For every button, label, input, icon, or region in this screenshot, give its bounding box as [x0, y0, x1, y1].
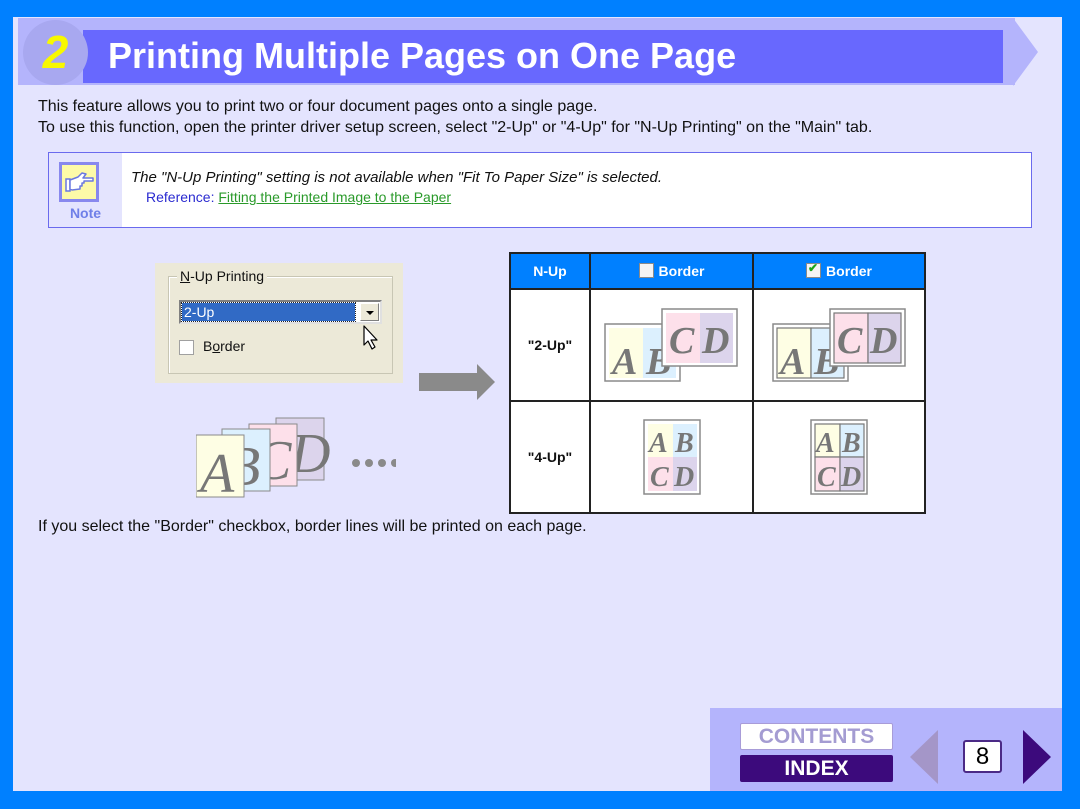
- table-row: "2-Up" A B C D A B C D: [509, 288, 926, 402]
- n-up-printing-label: N-Up Printing: [177, 268, 268, 284]
- unchecked-checkbox-icon: [638, 263, 654, 278]
- n-up-printing-group: [168, 276, 393, 374]
- cell-4-up-no-border: A B C D: [589, 400, 754, 514]
- table-row: "4-Up" A B C D A B C D: [509, 400, 926, 514]
- svg-text:C: C: [817, 462, 836, 493]
- svg-text:D: D: [869, 320, 897, 362]
- svg-text:D: D: [840, 462, 861, 493]
- step-number: 2: [42, 26, 69, 78]
- row-label-2-up: "2-Up": [509, 288, 591, 402]
- hotkey-o: o: [212, 338, 221, 354]
- n-up-select[interactable]: 2-Up: [179, 300, 382, 324]
- border-checkbox[interactable]: [179, 340, 194, 355]
- right-arrow-icon: [419, 364, 495, 400]
- label-post: rder: [220, 338, 246, 354]
- header-n-up: N-Up: [509, 252, 591, 290]
- manual-page: 2 Printing Multiple Pages on One Page Th…: [13, 17, 1062, 791]
- svg-text:A: A: [814, 428, 835, 459]
- contents-button[interactable]: CONTENTS: [740, 723, 893, 750]
- cell-4-up-border: A B C D: [752, 400, 926, 514]
- driver-dialog-snippet: N-Up Printing 2-Up Border: [155, 263, 403, 383]
- row-label-4-up: "4-Up": [509, 400, 591, 514]
- two-up-border-image: A B C D: [771, 307, 906, 383]
- svg-text:D: D: [673, 462, 694, 493]
- header-arrow-tip: [1013, 18, 1038, 86]
- svg-text:A: A: [610, 341, 637, 383]
- note-sidebar: Note: [49, 153, 122, 227]
- footer-navigation: CONTENTS INDEX 8: [710, 708, 1062, 791]
- cell-2-up-border: A B C D: [752, 288, 926, 402]
- mouse-cursor-icon: [363, 325, 378, 350]
- label-pre: B: [203, 338, 213, 354]
- reference-link[interactable]: Fitting the Printed Image to the Paper: [218, 189, 451, 205]
- border-explanation: If you select the "Border" checkbox, bor…: [38, 518, 587, 535]
- pointing-hand-icon: [59, 162, 99, 202]
- four-up-no-border-image: A B C D: [642, 419, 701, 495]
- svg-text:B: B: [841, 428, 861, 459]
- intro-text: This feature allows you to print two or …: [38, 96, 872, 138]
- group-label-rest: -Up Printing: [190, 268, 265, 284]
- header-border-off-label: Border: [658, 263, 705, 279]
- reference-prefix: Reference:: [146, 189, 219, 205]
- four-up-border-image: A B C D: [810, 419, 868, 495]
- note-text: The "N-Up Printing" setting is not avail…: [131, 169, 662, 186]
- page-number: 8: [963, 740, 1002, 773]
- n-up-select-value: 2-Up: [181, 302, 356, 322]
- page-a: A: [196, 434, 245, 502]
- svg-text:D: D: [701, 320, 729, 362]
- header-border-on: Border: [752, 252, 926, 290]
- stacked-pages-illustration: D C B A: [196, 417, 396, 502]
- next-page-arrow-icon[interactable]: [1023, 730, 1051, 784]
- svg-text:B: B: [674, 428, 694, 459]
- page-title: Printing Multiple Pages on One Page: [108, 35, 737, 76]
- index-button[interactable]: INDEX: [740, 755, 893, 782]
- table-header-row: N-Up Border Border: [509, 252, 926, 290]
- note-label: Note: [69, 205, 102, 221]
- checked-checkbox-icon: [806, 261, 822, 278]
- note-reference: Reference: Fitting the Printed Image to …: [146, 189, 451, 205]
- svg-text:C: C: [837, 320, 863, 362]
- previous-page-arrow-icon[interactable]: [910, 730, 938, 784]
- border-checkbox-label: Border: [203, 338, 245, 354]
- n-up-comparison-table: N-Up Border Border "2-Up" A B C D: [509, 252, 926, 514]
- note-box: Note The "N-Up Printing" setting is not …: [48, 152, 1032, 228]
- svg-text:A: A: [778, 341, 805, 383]
- header-border-on-label: Border: [826, 263, 872, 279]
- svg-text:A: A: [647, 428, 668, 459]
- ellipsis-dots: [352, 459, 396, 467]
- svg-text:C: C: [650, 462, 669, 493]
- intro-line-1: This feature allows you to print two or …: [38, 98, 598, 115]
- svg-text:C: C: [669, 320, 695, 362]
- two-up-no-border-image: A B C D: [604, 307, 738, 383]
- hotkey-n: N: [180, 268, 191, 284]
- intro-line-2: To use this function, open the printer d…: [38, 119, 873, 136]
- page-a-letter: A: [196, 443, 235, 502]
- chevron-down-icon[interactable]: [360, 303, 379, 321]
- header-border-off: Border: [589, 252, 754, 290]
- cell-2-up-no-border: A B C D: [589, 288, 754, 402]
